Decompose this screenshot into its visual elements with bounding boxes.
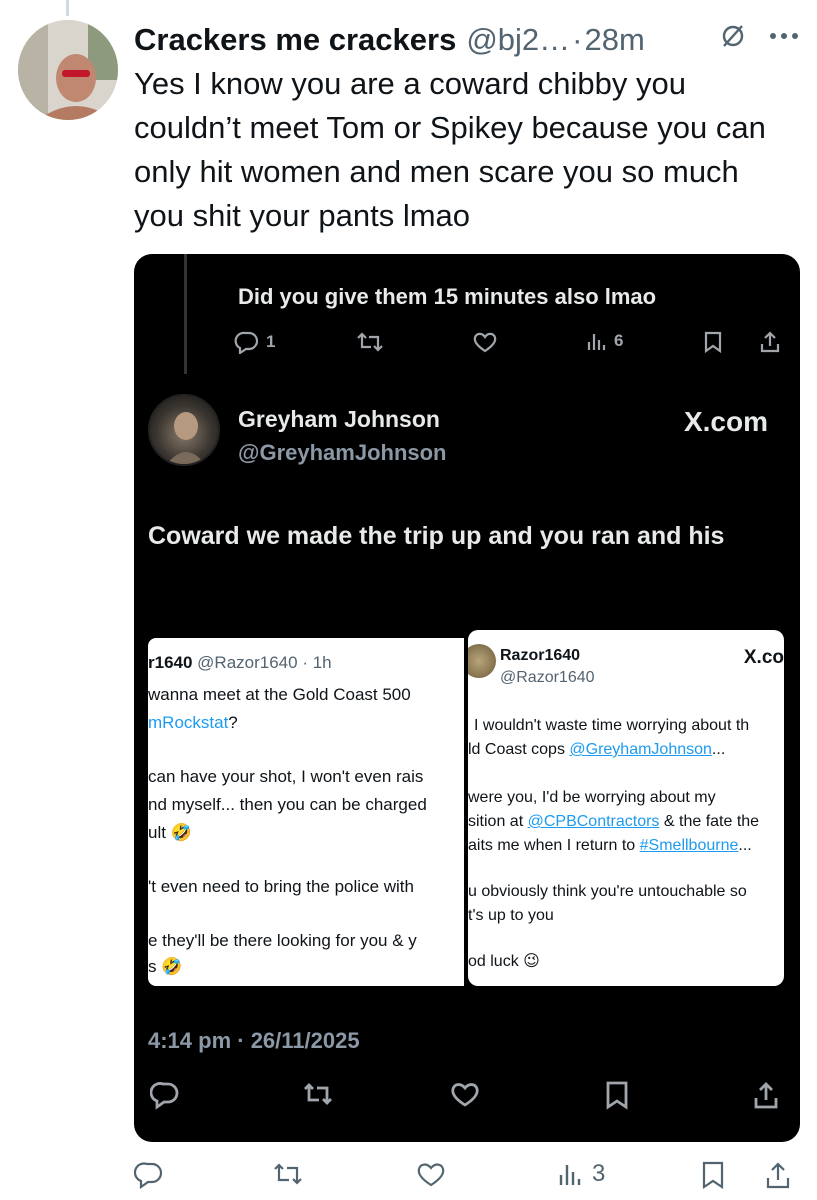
right-card-line6: u obviously think you're untouchable so: [468, 883, 747, 900]
tweet-time[interactable]: 28m: [585, 22, 645, 58]
quoted-like-action: [472, 330, 498, 354]
screenshot-action-bar: [148, 1080, 788, 1116]
right-card-line7: t's up to you: [468, 907, 554, 924]
right-card-line5-post: ...: [738, 837, 752, 854]
left-embedded-card: r1640 @Razor1640 · 1h wanna meet at the …: [148, 638, 464, 986]
razor-avatar: [468, 644, 496, 678]
quoted-reply-action: 1: [234, 330, 275, 354]
quoted-views-action: 6: [586, 330, 623, 352]
greyham-avatar: [148, 394, 220, 466]
right-card-line5-link: #Smellbourne: [639, 837, 739, 854]
right-card-handle: @Razor1640: [500, 669, 595, 686]
reply-icon: [234, 331, 259, 354]
right-card-line4-link: @CPBContractors: [527, 813, 660, 830]
right-card-site-label: X.co: [743, 647, 784, 668]
like-button[interactable]: [416, 1160, 446, 1188]
author-name[interactable]: Crackers me crackers: [134, 22, 456, 58]
tweet-media-screenshot[interactable]: Did you give them 15 minutes also lmao 1…: [134, 254, 800, 1142]
screenshot-bookmark-action: [604, 1080, 630, 1110]
thread-line: [66, 0, 69, 16]
screenshot-retweet-action: [302, 1080, 334, 1108]
left-card-line8: s 🤣: [148, 957, 183, 976]
right-card-line1: I wouldn't waste time worrying about th: [474, 717, 750, 734]
author-handle[interactable]: @bj2…: [466, 22, 570, 58]
left-card-line2-link: mRockstat: [148, 713, 229, 732]
post-date: 4:14 pm · 26/11/2025: [148, 1028, 360, 1053]
share-button[interactable]: [764, 1160, 792, 1190]
right-card-line2-post: ...: [711, 741, 726, 758]
tweet-header: Crackers me crackers @bj2… · 28m: [134, 18, 799, 62]
quoted-retweet-action: [356, 330, 384, 354]
quoted-action-bar: 1 6: [234, 330, 794, 360]
right-card-line8: od luck 😉: [468, 953, 540, 970]
heart-icon: [451, 1083, 479, 1107]
right-card-line4-pre: sition at: [468, 813, 528, 830]
post-author-name: Greyham Johnson: [238, 406, 440, 432]
bookmark-icon: [704, 331, 722, 354]
quoted-share-action: [758, 330, 782, 354]
retweet-button[interactable]: [272, 1160, 304, 1188]
more-dots-icon[interactable]: [769, 32, 799, 40]
screenshot-like-action: [450, 1080, 480, 1108]
share-icon: [766, 1162, 790, 1189]
reply-thread-line: [184, 254, 187, 374]
bookmark-button[interactable]: [700, 1160, 726, 1190]
reply-icon: [150, 1082, 179, 1110]
post-text: Coward we made the trip up and you ran a…: [148, 522, 725, 550]
header-icons: [719, 22, 799, 50]
right-card-name: Razor1640: [500, 647, 581, 664]
left-card-line6: 't even need to bring the police with: [148, 877, 414, 896]
quoted-bookmark-action: [702, 330, 724, 354]
left-card-line5: ult 🤣: [148, 823, 192, 842]
left-card-meta: @Razor1640 · 1h: [197, 653, 332, 672]
quoted-reply-count: 1: [266, 332, 276, 351]
left-card-line1: wanna meet at the Gold Coast 500: [148, 685, 411, 704]
left-card-handle: r1640: [148, 653, 193, 672]
retweet-icon: [357, 332, 383, 352]
right-card-line4-post: & the fate the: [659, 813, 760, 830]
heart-icon: [417, 1163, 445, 1187]
quoted-views-count: 6: [614, 331, 624, 350]
views-icon: [587, 334, 606, 350]
screenshot-share-action: [752, 1080, 780, 1110]
right-embedded-card: Razor1640 @Razor1640 X.co I wouldn't was…: [468, 630, 784, 986]
views-button[interactable]: 3: [558, 1160, 605, 1188]
left-card-line2-rest: ?: [228, 713, 238, 732]
screenshot-reply-action: [150, 1080, 180, 1110]
views-icon: [559, 1165, 581, 1185]
bookmark-icon: [702, 1161, 724, 1190]
post-author-handle: @GreyhamJohnson: [238, 440, 447, 465]
heart-icon: [473, 332, 497, 353]
reply-icon: [134, 1162, 163, 1190]
retweet-icon: [304, 1083, 332, 1105]
share-icon: [754, 1082, 778, 1109]
quoted-reply-text: Did you give them 15 minutes also lmao: [238, 284, 657, 309]
views-count: 3: [592, 1160, 606, 1187]
avatar-photo: [18, 20, 118, 120]
bookmark-icon: [606, 1081, 628, 1110]
right-card-line2-link: @GreyhamJohnson: [569, 741, 712, 758]
share-icon: [760, 331, 780, 353]
retweet-icon: [274, 1163, 302, 1185]
left-card-line7: e they'll be there looking for you & y: [148, 931, 417, 950]
reply-button[interactable]: [134, 1160, 164, 1190]
right-card-line5-pre: aits me when I return to: [468, 837, 640, 854]
right-card-line2-pre: ld Coast cops: [468, 741, 570, 758]
right-card-line3: were you, I'd be worrying about my: [468, 789, 716, 806]
tweet-action-bar: 3: [134, 1160, 800, 1194]
left-card-line4: nd myself... then you can be charged: [148, 795, 427, 814]
grok-icon[interactable]: [719, 22, 747, 50]
header-separator: ·: [572, 22, 583, 57]
x-com-label: X.com: [683, 406, 768, 437]
left-card-line3: can have your shot, I won't even rais: [148, 767, 424, 786]
author-avatar[interactable]: [18, 20, 118, 120]
tweet-text: Yes I know you are a coward chibby you c…: [134, 66, 766, 233]
